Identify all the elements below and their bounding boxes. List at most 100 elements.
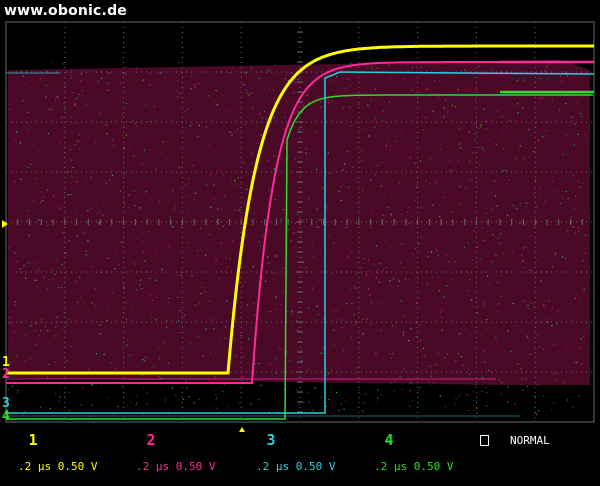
noise-dot <box>322 187 324 189</box>
noise-dot <box>252 146 254 148</box>
noise-dot <box>187 212 189 214</box>
noise-dot <box>431 373 433 375</box>
noise-dot <box>283 209 285 211</box>
noise-dot <box>517 112 519 114</box>
trigger-mode[interactable]: NORMAL <box>510 434 550 447</box>
noise-dot <box>555 372 557 375</box>
noise-dot <box>377 164 379 166</box>
noise-dot <box>459 186 461 188</box>
noise-dot <box>273 116 276 118</box>
noise-dot <box>333 310 335 312</box>
noise-dot <box>132 120 134 122</box>
noise-dot <box>67 318 69 320</box>
noise-dot <box>557 351 559 353</box>
noise-dot <box>178 320 180 322</box>
noise-dot <box>457 353 459 355</box>
noise-dot <box>70 193 72 196</box>
channel-1-status[interactable]: 1 .2 µs 0.50 V <box>2 431 98 486</box>
noise-dot <box>146 392 148 394</box>
noise-dot <box>405 278 407 280</box>
noise-dot <box>300 349 302 351</box>
noise-dot <box>75 98 77 100</box>
noise-dot <box>142 359 144 361</box>
noise-dot <box>322 352 324 354</box>
noise-dot <box>293 232 295 234</box>
noise-dot <box>572 226 574 228</box>
noise-dot <box>346 302 348 304</box>
noise-dot <box>297 313 299 315</box>
noise-dot <box>140 159 142 161</box>
noise-dot <box>543 348 545 350</box>
noise-dot <box>106 89 109 91</box>
noise-dot <box>125 103 128 105</box>
noise-dot <box>133 155 135 157</box>
noise-dot <box>485 405 488 407</box>
noise-dot <box>439 215 441 217</box>
noise-dot <box>182 398 184 400</box>
noise-dot <box>249 404 252 406</box>
noise-dot <box>368 135 370 137</box>
noise-dot <box>208 300 211 302</box>
channel-2-status[interactable]: 2 .2 µs 0.50 V <box>120 431 216 486</box>
noise-dot <box>393 380 396 382</box>
noise-dot <box>79 276 81 278</box>
noise-dot <box>151 316 153 318</box>
noise-dot <box>342 77 345 79</box>
noise-dot <box>212 215 214 217</box>
noise-dot <box>336 392 338 394</box>
noise-dot <box>141 288 143 290</box>
noise-dot <box>234 353 236 356</box>
noise-dot <box>468 373 471 375</box>
noise-dot <box>177 165 179 167</box>
noise-dot <box>419 387 421 389</box>
channel-3-status[interactable]: 3 .2 µs 0.50 V <box>240 431 336 486</box>
noise-dot <box>267 311 270 313</box>
noise-dot <box>297 78 299 81</box>
noise-dot <box>16 131 18 133</box>
noise-dot <box>224 195 226 197</box>
noise-dot <box>502 129 504 131</box>
noise-dot <box>27 123 29 125</box>
noise-dot <box>339 119 341 121</box>
noise-dot <box>135 404 137 406</box>
noise-dot <box>531 302 533 304</box>
noise-dot <box>51 268 53 270</box>
noise-dot <box>64 85 66 87</box>
noise-dot <box>140 279 142 281</box>
noise-dot <box>529 156 531 158</box>
noise-dot <box>56 96 59 98</box>
noise-dot <box>269 335 271 337</box>
noise-dot <box>500 195 502 197</box>
noise-dot <box>407 70 409 72</box>
noise-dot <box>368 259 370 261</box>
noise-dot <box>142 79 144 81</box>
noise-dot <box>114 367 116 369</box>
noise-dot <box>86 103 88 105</box>
noise-dot <box>390 357 392 359</box>
noise-dot <box>224 326 226 328</box>
noise-dot <box>92 265 94 267</box>
noise-dot <box>264 280 267 282</box>
noise-dot <box>11 385 13 388</box>
channel-4-status[interactable]: 4 .2 µs 0.50 V <box>358 431 454 486</box>
noise-dot <box>454 360 456 362</box>
noise-dot <box>357 74 359 76</box>
noise-dot <box>64 108 66 111</box>
noise-dot <box>10 324 12 326</box>
noise-dot <box>179 167 181 169</box>
noise-dot <box>498 379 500 381</box>
noise-dot <box>367 287 369 289</box>
noise-dot <box>103 122 105 124</box>
noise-dot <box>126 127 128 129</box>
noise-dot <box>402 334 405 336</box>
noise-dot <box>465 89 467 91</box>
noise-dot <box>392 324 394 327</box>
noise-dot <box>215 393 217 396</box>
noise-dot <box>420 236 422 238</box>
noise-dot <box>143 387 145 389</box>
noise-dot <box>222 225 224 227</box>
noise-dot <box>355 273 357 276</box>
noise-dot <box>374 117 376 119</box>
noise-dot <box>361 160 363 162</box>
noise-dot <box>551 266 553 268</box>
